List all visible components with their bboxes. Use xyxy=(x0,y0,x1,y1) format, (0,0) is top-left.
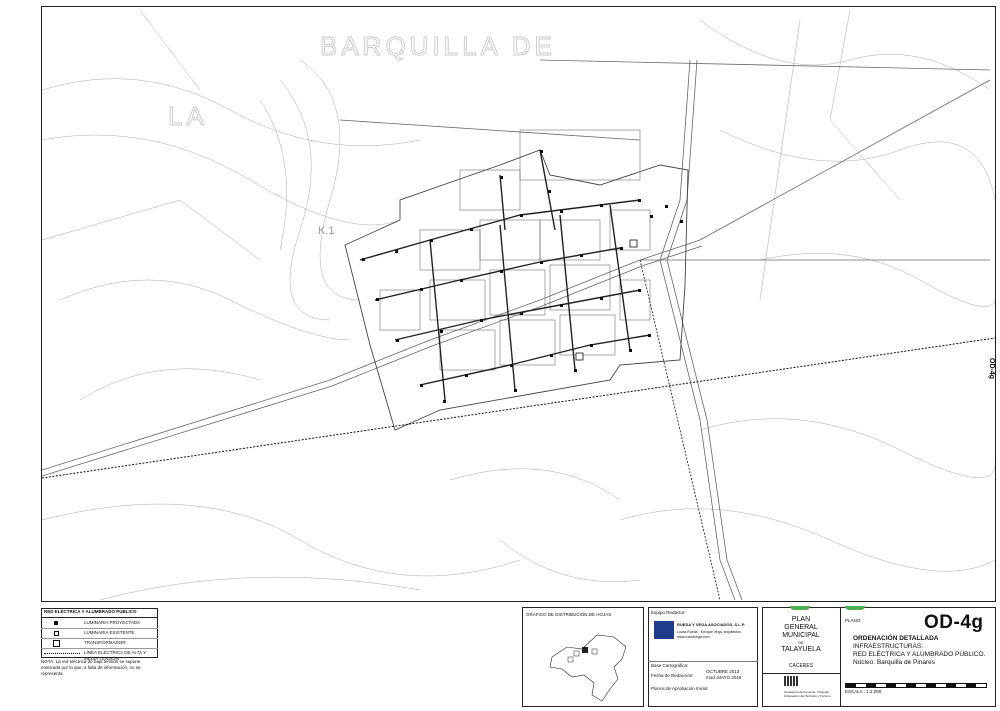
plan-subtitle-3: Núcleo: Barquilla de Pinares xyxy=(853,659,936,666)
company-logo xyxy=(654,621,674,639)
place-label-k1: K.1 xyxy=(318,225,335,237)
plan-code: OD-4g xyxy=(924,612,984,633)
existing-luminaire-icon xyxy=(54,631,59,636)
legend-title: RED ELÉCTRICA Y ALUMBRADO PÚBLICO xyxy=(44,609,137,614)
approval-label: Planos de Aprobación Inicial xyxy=(651,686,708,691)
place-label-la: LA xyxy=(168,101,208,131)
high-voltage-line xyxy=(41,337,996,479)
base-label: Base Cartográfica: xyxy=(651,663,689,668)
company-name: RUEDA Y VEGA ASOCIADOS, S.L.P. xyxy=(677,622,746,627)
legend-row-projected: LUMINARIA PROYECTADA xyxy=(44,620,156,628)
legend-row-hv-line: LÍNEA ELÉCTRICA DE ALTA Y MEDIA TENSIÓN xyxy=(44,650,156,661)
key-map-drawing xyxy=(549,634,627,702)
legend-row-transformer: TRANSFORMADOR xyxy=(44,640,156,648)
plan-sheet: BARQUILLA DE LA K.1 OD-4g RED ELÉCTRICA … xyxy=(0,0,1000,711)
scale-bar xyxy=(845,683,987,688)
legend-label: LUMINARIA PROYECTADA xyxy=(84,620,141,625)
authority-text: Consejería de Fomento, Vivienda, Ordenac… xyxy=(784,690,831,698)
terrain-contours xyxy=(42,9,995,601)
projected-luminaire-icon xyxy=(54,621,58,625)
legend-row-existing: LUMINARIA EXISTENTE xyxy=(44,630,156,638)
green-marker-right xyxy=(845,606,865,610)
side-plan-code: OD-4g xyxy=(988,358,995,379)
team-label: Equipo Redactor: xyxy=(651,610,686,615)
lighting-network xyxy=(359,149,651,401)
roads xyxy=(42,59,991,601)
legend-label: TRANSFORMADOR xyxy=(84,640,126,645)
date-label: Fecha de Redacción: xyxy=(651,673,694,678)
high-voltage-line-icon xyxy=(44,653,80,654)
company-web: www.ruedavega.com xyxy=(677,635,710,639)
province: CÁCERES xyxy=(788,663,814,669)
map-drawing: BARQUILLA DE LA K.1 OD-4g xyxy=(41,9,996,601)
plan-heading: ORDENACIÓN DETALLADA xyxy=(853,635,939,642)
place-label-barquilla: BARQUILLA DE xyxy=(320,31,556,61)
plano-label: PLANO: xyxy=(845,618,862,623)
legend-label: LUMINARIA EXISTENTE xyxy=(84,630,135,635)
date-value-2: mod. MAYO 2015 xyxy=(706,675,742,680)
green-marker-left xyxy=(790,606,810,610)
scale-label: ESCALA : 1:2.000 xyxy=(845,689,882,694)
plan-subtitle-2: RED ELÉCTRICA Y ALUMBRADO PÚBLICO. xyxy=(853,651,986,658)
plan-subtitle-1: INFRAESTRUCTURAS: xyxy=(853,643,924,650)
transformer-icon xyxy=(53,640,60,647)
authority-logo xyxy=(784,676,798,686)
legend-note: NOTA: La red eléctrica de baja tensión s… xyxy=(41,659,141,676)
plan-name: PLAN GENERAL MUNICIPAL DE TALAYUELA xyxy=(781,616,821,653)
